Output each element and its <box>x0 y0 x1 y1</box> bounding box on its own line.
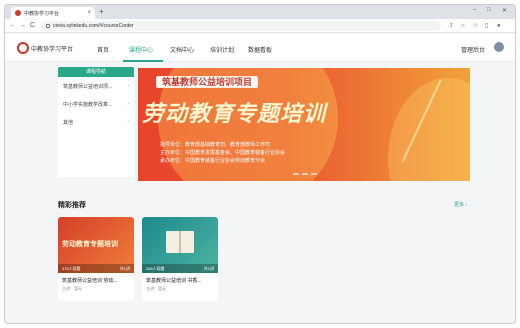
sidebar-item-label: 其他 <box>63 119 74 126</box>
tab-strip: 中教协学习平台 × + – □ ✕ <box>5 5 515 19</box>
sidepanel-icon[interactable]: ▯ <box>485 22 488 30</box>
sidebar-item-zhuji[interactable]: 筑基教师公益培训项... › <box>58 77 134 95</box>
site-header: 中教协学习平台 首页 课程中心 文档中心 培训计划 数据看板 管理后台 <box>5 34 515 62</box>
course-nav-sidebar: 课程导航 筑基教师公益培训项... › 中小学实施教学改革... › 其他 › <box>58 67 134 177</box>
sidebar-item-reform[interactable]: 中小学实施教学改革... › <box>58 95 134 113</box>
password-icon[interactable]: ⌂ <box>461 22 465 30</box>
sidebar-item-other[interactable]: 其他 › <box>58 113 134 131</box>
carousel-dots <box>293 173 317 175</box>
logo-text[interactable]: 中教协学习平台 <box>31 44 73 53</box>
course-thumbnail: 286人观看 共1讲 <box>142 217 218 273</box>
nav-course-center[interactable]: 课程中心 <box>129 45 153 54</box>
minimize-icon[interactable]: – <box>473 7 476 13</box>
hero-banner[interactable]: 筑基教师公益培训项目 劳动教育专题培训 指导单位：教育部基础教育司、教育部教师工… <box>138 68 470 181</box>
view-count: 375人观看 <box>62 265 81 271</box>
reload-icon[interactable]: C <box>30 21 35 31</box>
banner-line: 主办单位：中国教育发展基金会、中国教育装备行业协会 <box>160 150 286 156</box>
back-icon[interactable]: ← <box>9 21 16 31</box>
banner-line: 指导单位：教育部基础教育司、教育部教师工作司 <box>160 142 271 148</box>
profile-icon[interactable]: ● <box>497 22 501 30</box>
view-count: 286人观看 <box>146 265 165 271</box>
banner-title: 劳动教育专题培训 <box>142 101 327 126</box>
course-name: 筑基教师公益培训 劳动... <box>62 278 118 284</box>
close-window-icon[interactable]: ✕ <box>502 7 507 14</box>
forward-icon[interactable]: → <box>19 21 26 31</box>
thumbnail-meta: 375人观看 共1讲 <box>58 264 134 273</box>
open-book-icon <box>166 231 194 253</box>
nav-data-dashboard[interactable]: 数据看板 <box>248 45 272 54</box>
chevron-right-icon: › <box>127 119 129 125</box>
nav-training-plan[interactable]: 培训计划 <box>210 45 234 54</box>
thumbnail-meta: 286人观看 共1讲 <box>142 264 218 273</box>
banner-organizers: 指导单位：教育部基础教育司、教育部教师工作司 主办单位：中国教育发展基金会、中国… <box>160 141 285 165</box>
sidebar-item-label: 筑基教师公益培训项... <box>63 83 113 90</box>
course-name: 筑基教师公益培训 书香... <box>146 278 202 284</box>
course-card[interactable]: 286人观看 共1讲 筑基教师公益培训 书香... 主讲：暂无 <box>142 217 218 301</box>
share-icon[interactable]: ⇪ <box>449 22 454 30</box>
browser-tab[interactable]: 中教协学习平台 × <box>11 7 95 19</box>
section-title: 精彩推荐 <box>58 202 86 209</box>
thumbnail-title: 劳动教育专题培训 <box>62 241 118 248</box>
chevron-right-icon: › <box>127 101 129 107</box>
active-nav-indicator <box>123 60 163 62</box>
avatar[interactable] <box>494 42 504 52</box>
carousel-dot[interactable] <box>293 173 299 175</box>
course-thumbnail: 劳动教育专题培训 375人观看 共1讲 <box>58 217 134 273</box>
banner-line: 承办单位：中国教育装备行业协会劳动教育分会 <box>160 158 266 164</box>
browser-window: 中教协学习平台 × + – □ ✕ ← → C ceeia.sylinkedu.… <box>4 4 516 324</box>
course-host: 主讲：暂无 <box>146 286 166 291</box>
star-icon[interactable]: ☆ <box>473 22 478 30</box>
admin-link[interactable]: 管理后台 <box>461 45 485 54</box>
tab-title: 中教协学习平台 <box>24 10 60 17</box>
secure-lock-icon <box>46 24 50 28</box>
address-bar[interactable]: ceeia.sylinkedu.com/#/courseCenter <box>41 21 441 31</box>
tab-close-icon[interactable]: × <box>87 10 91 16</box>
banner-project-tag: 筑基教师公益培训项目 <box>156 76 259 88</box>
more-link[interactable]: 更多 › <box>454 201 467 208</box>
sidebar-header: 课程导航 <box>58 67 134 77</box>
logo-icon[interactable] <box>17 42 29 54</box>
url-text: ceeia.sylinkedu.com/#/courseCenter <box>53 23 134 29</box>
maximize-icon[interactable]: □ <box>487 7 491 13</box>
new-tab-button[interactable]: + <box>99 7 104 17</box>
nav-document-center[interactable]: 文档中心 <box>170 45 194 54</box>
lecture-count: 共1讲 <box>119 265 130 271</box>
browser-toolbar: ← → C ceeia.sylinkedu.com/#/courseCenter… <box>5 19 515 33</box>
nav-home[interactable]: 首页 <box>97 45 109 54</box>
sidebar-item-label: 中小学实施教学改革... <box>63 101 113 108</box>
chevron-right-icon: › <box>127 83 129 89</box>
carousel-dot[interactable] <box>302 173 308 175</box>
course-card[interactable]: 劳动教育专题培训 375人观看 共1讲 筑基教师公益培训 劳动... 主讲：暂无 <box>58 217 134 301</box>
course-host: 主讲：暂无 <box>62 286 82 291</box>
favicon-icon <box>15 10 21 16</box>
carousel-dot[interactable] <box>311 173 317 175</box>
lecture-count: 共1讲 <box>203 265 214 271</box>
